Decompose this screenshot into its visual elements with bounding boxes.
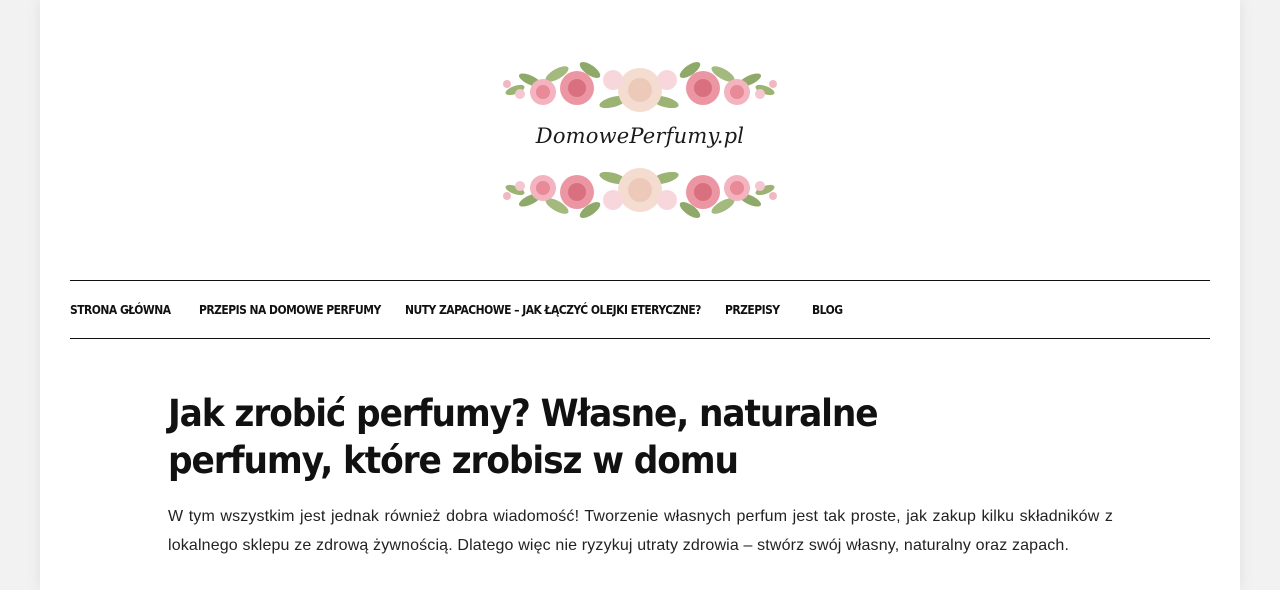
page-container: DomowePerfumy.pl STRONA GŁÓWNA PRZEPIS N…: [40, 0, 1240, 590]
site-logo[interactable]: DomowePerfumy.pl: [495, 50, 785, 230]
nav-item-home[interactable]: STRONA GŁÓWNA: [70, 302, 171, 317]
logo-text: DomowePerfumy.pl: [535, 124, 745, 148]
nav-item-blog[interactable]: BLOG: [812, 302, 843, 317]
nav-item-recipes[interactable]: PRZEPISY: [725, 302, 780, 317]
article-paragraph: W tym wszystkim jest jednak również dobr…: [168, 508, 1113, 554]
article-title: Jak zrobić perfumy? Własne, naturalne pe…: [168, 392, 879, 482]
nav-item-scent-notes[interactable]: NUTY ZAPACHOWE – JAK ŁĄCZYĆ OLEJKI ETERY…: [405, 302, 701, 317]
main-navigation: STRONA GŁÓWNA PRZEPIS NA DOMOWE PERFUMY …: [70, 280, 1210, 339]
nav-item-perfume-recipe[interactable]: PRZEPIS NA DOMOWE PERFUMY: [199, 302, 381, 317]
